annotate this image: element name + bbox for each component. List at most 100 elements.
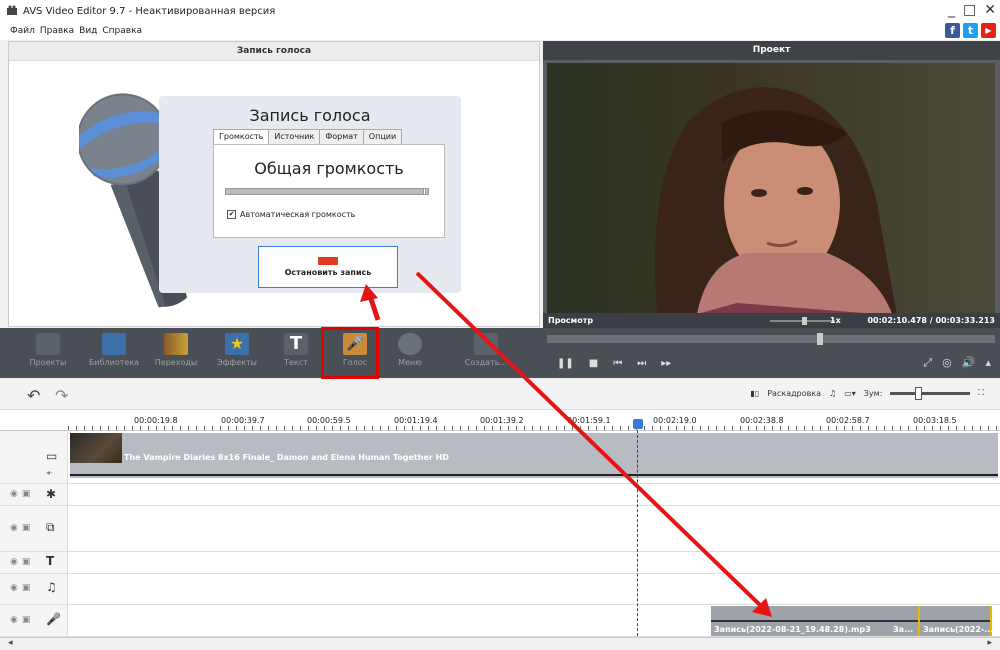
transition-icon [164, 333, 188, 355]
youtube-icon[interactable]: ▶ [981, 23, 996, 38]
zoom-label: Зум: [863, 388, 883, 398]
volume-icon[interactable]: 🔊 [962, 356, 976, 370]
tool-library[interactable]: Библиотека [86, 333, 142, 367]
audio-clip[interactable]: Запись(2022-... [918, 606, 993, 636]
text-track: ◉ ▣ T [0, 552, 1000, 574]
preview-speed-slider[interactable] [770, 317, 835, 325]
twitter-icon[interactable]: t [963, 23, 978, 38]
voice-recording-panel: Запись голоса Запись голоса Громкость Ис… [8, 41, 540, 327]
maximize-button[interactable]: □ [963, 2, 976, 18]
ruler-tick: 00:01:39.2 [480, 416, 524, 425]
stop-recording-button[interactable]: Остановить запись [258, 246, 398, 288]
lock-icon[interactable]: ▣ [22, 557, 31, 567]
tool-create[interactable]: Создать... [456, 333, 516, 367]
ruler-tick: 00:01:59.1 [567, 416, 611, 425]
scroll-right-icon[interactable]: ▸ [987, 638, 992, 648]
clip-thumbnail [70, 433, 122, 463]
tool-transitions[interactable]: Переходы [148, 333, 204, 367]
tab-volume[interactable]: Громкость [213, 129, 270, 145]
mute-icon[interactable]: ◂- [46, 468, 53, 477]
menu-arrow-icon[interactable]: ▴ [985, 356, 991, 370]
ruler-tick: 00:02:19.0 [653, 416, 697, 425]
ruler-tick: 00:02:38.8 [740, 416, 784, 425]
recording-title: Запись голоса [249, 106, 371, 125]
clapper-icon [36, 333, 60, 355]
fullscreen-icon[interactable]: ⤢ [923, 356, 932, 370]
tool-projects[interactable]: Проекты [20, 333, 76, 367]
film-icon [102, 333, 126, 355]
undo-icon[interactable]: ↶ [27, 386, 40, 405]
playhead-line [637, 430, 638, 636]
lock-icon[interactable]: ▣ [22, 583, 31, 593]
tab-options[interactable]: Опции [362, 129, 403, 145]
tab-format[interactable]: Формат [319, 129, 364, 145]
video-clip-name: The Vampire Diaries 8x16 Finale_ Damon a… [124, 453, 449, 462]
lock-icon[interactable]: ▣ [22, 615, 31, 625]
scroll-left-icon[interactable]: ◂ [8, 638, 13, 648]
menu-help[interactable]: Справка [102, 26, 142, 36]
video-track: ▭ ◂- The Vampire Diaries 8x16 Finale_ Dam… [0, 431, 1000, 484]
menu-bar: Файл Правка Вид Справка f t ▶ [0, 22, 1000, 40]
tool-text[interactable]: T Текст [268, 333, 324, 367]
music-track: ◉ ▣ ♫ [0, 574, 1000, 605]
eye-icon[interactable]: ◉ [10, 557, 18, 567]
eye-icon[interactable]: ◉ [10, 523, 18, 533]
timeline-ruler[interactable]: 00:00:19.8 00:00:39.7 00:00:59.5 00:01:1… [0, 410, 1000, 431]
auto-volume-label: Автоматическая громкость [240, 210, 356, 219]
volume-title: Общая громкость [254, 159, 404, 178]
video-clip[interactable]: The Vampire Diaries 8x16 Finale_ Damon a… [70, 433, 998, 478]
stop-icon[interactable]: ■ [589, 358, 598, 369]
fit-icon[interactable]: ⛶ [978, 388, 984, 398]
playback-speed: 1x [830, 316, 841, 325]
lock-icon[interactable]: ▣ [22, 523, 31, 533]
audio-clip[interactable]: Запись(2022-08-21_19.48.28).mp3 [711, 606, 918, 636]
tab-source[interactable]: Источник [268, 129, 321, 145]
menu-file[interactable]: Файл [10, 26, 35, 36]
title-bar: AVS Video Editor 9.7 - Неактивированная … [0, 0, 1000, 22]
stop-recording-label: Остановить запись [284, 268, 372, 277]
microphone-icon: 🎤 [46, 612, 61, 626]
voice-tool-highlight [321, 327, 379, 379]
prev-icon[interactable]: ⏮ [613, 358, 622, 369]
effects-icon: ✱ [46, 487, 57, 501]
auto-volume-checkbox[interactable]: ✔ [227, 210, 236, 219]
lock-icon[interactable]: ▣ [22, 489, 31, 499]
tool-effects[interactable]: ★ Эффекты [209, 333, 265, 367]
ruler-tick: 00:03:18.5 [913, 416, 957, 425]
volume-slider[interactable] [225, 188, 429, 195]
next-icon[interactable]: ⏭ [637, 358, 646, 369]
storyboard-icon[interactable]: ▮▯ [750, 389, 759, 398]
pause-icon[interactable]: ❚❚ [557, 358, 574, 369]
playback-time: 00:02:10.478 / 00:03:33.213 [867, 316, 995, 325]
close-button[interactable]: ✕ [984, 2, 996, 18]
preview-bar: Просмотр 1x 00:02:10.478 / 00:03:33.213 [543, 313, 1000, 328]
effects-track: ◉ ▣ ✱ [0, 484, 1000, 506]
tool-menu[interactable]: Меню [382, 333, 438, 367]
playhead[interactable] [633, 419, 643, 429]
voice-track: ◉ ▣ 🎤 Запись(2022-08-21_19.48.28).mp3 За..… [0, 605, 1000, 637]
display-icon[interactable]: ▭▾ [844, 389, 856, 398]
overlay-track: ◉ ▣ ⧉ [0, 506, 1000, 552]
video-preview [547, 63, 995, 314]
frame-forward-icon[interactable]: ▸▸ [661, 358, 671, 369]
window-title: AVS Video Editor 9.7 - Неактивированная … [23, 5, 276, 17]
eye-icon[interactable]: ◉ [10, 489, 18, 499]
audio-mixer-icon[interactable]: ♫ [829, 389, 836, 398]
storyboard-label[interactable]: Раскадровка [767, 389, 821, 398]
menu-edit[interactable]: Правка [40, 26, 74, 36]
audio-clip[interactable]: За... [890, 606, 918, 636]
playback-progress[interactable] [547, 333, 995, 345]
ruler-tick: 00:02:58.7 [826, 416, 870, 425]
minimize-button[interactable]: _ [948, 2, 955, 18]
snapshot-icon[interactable]: ◎ [942, 356, 952, 370]
app-icon [7, 5, 17, 15]
eye-icon[interactable]: ◉ [10, 615, 18, 625]
text-icon: T [284, 333, 308, 355]
timeline-scrollbar[interactable]: ◂ ▸ [0, 637, 1000, 650]
audio-clip-name: За... [893, 625, 914, 634]
redo-icon[interactable]: ↷ [55, 386, 68, 405]
facebook-icon[interactable]: f [945, 23, 960, 38]
menu-view[interactable]: Вид [79, 26, 97, 36]
zoom-slider[interactable] [890, 386, 971, 400]
eye-icon[interactable]: ◉ [10, 583, 18, 593]
